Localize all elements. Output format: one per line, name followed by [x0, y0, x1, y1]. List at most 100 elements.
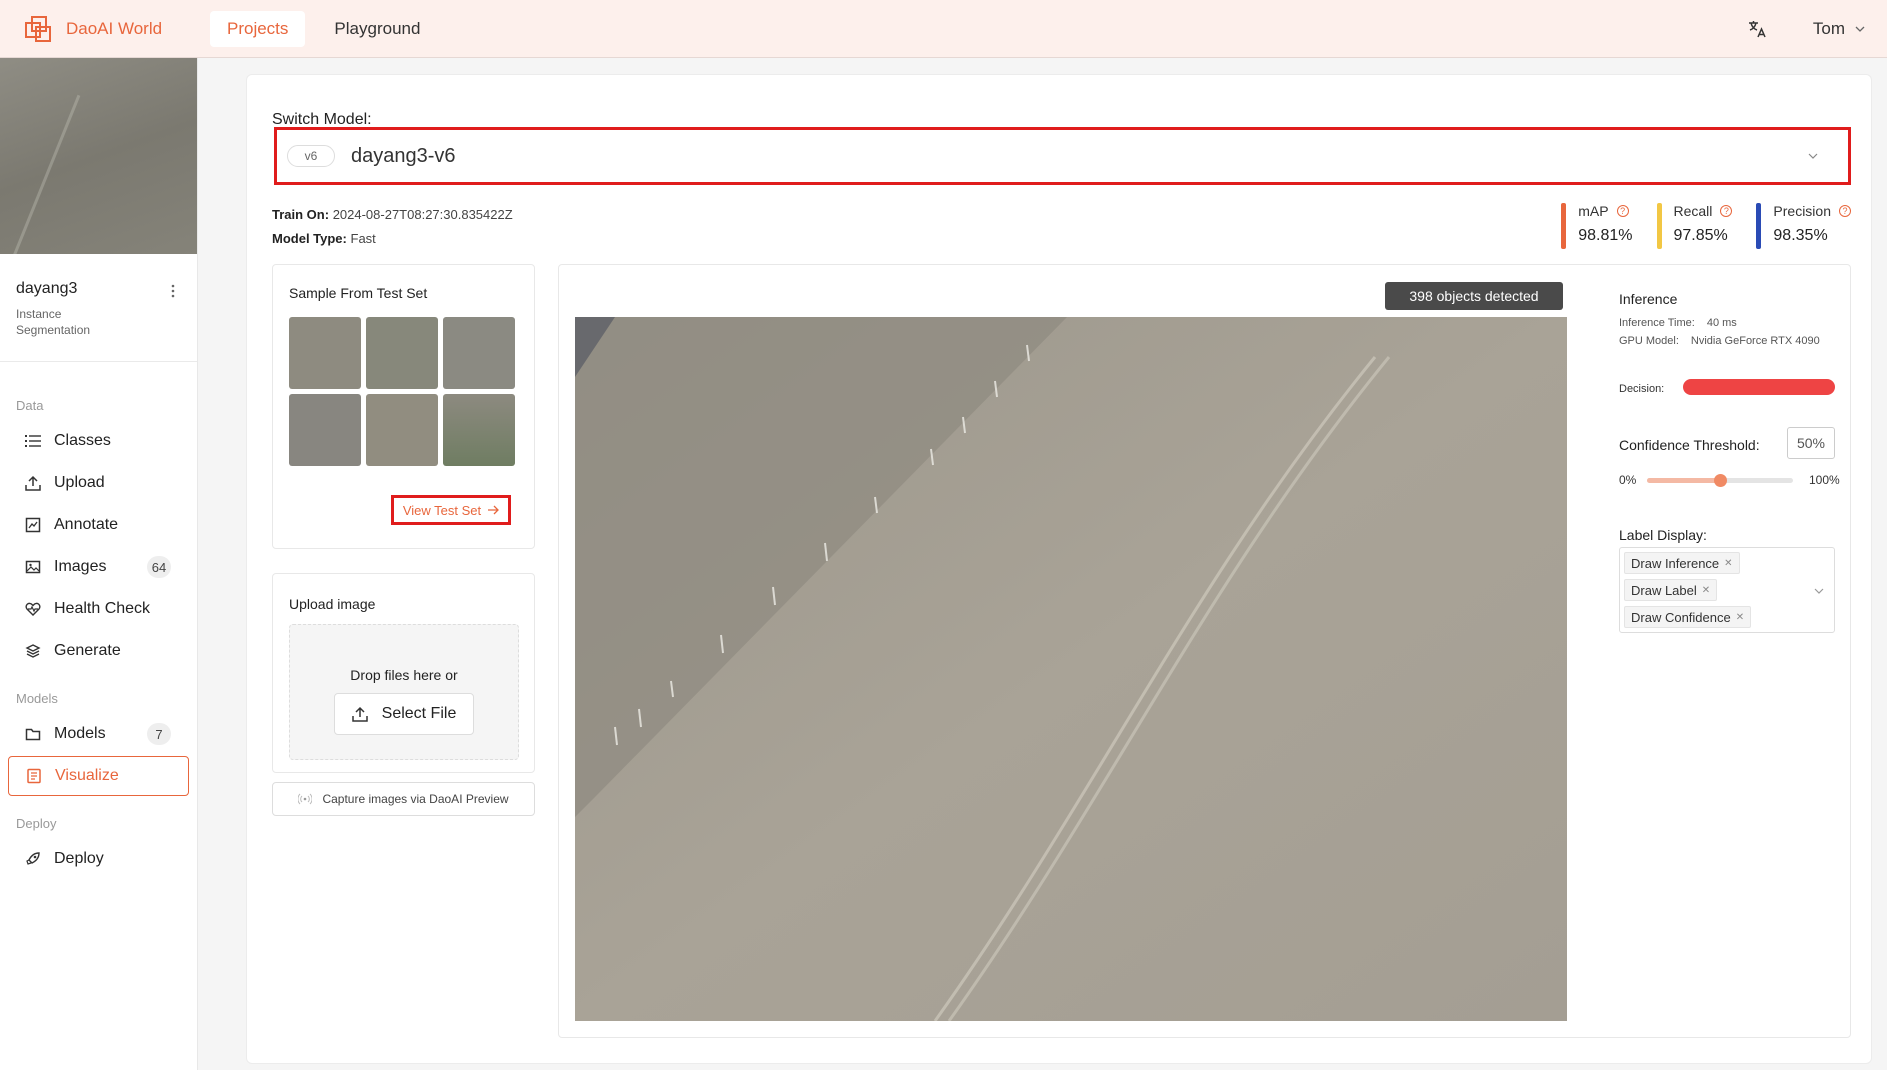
train-on: Train On: 2024-08-27T08:27:30.835422Z: [272, 207, 513, 222]
decision-indicator: [1683, 379, 1835, 395]
help-icon[interactable]: ?: [1616, 205, 1629, 217]
capture-preview-button[interactable]: Capture images via DaoAI Preview: [272, 782, 535, 816]
brand-logo[interactable]: DaoAI World: [24, 15, 210, 43]
annotate-icon: [24, 516, 42, 534]
sidebar-item-label: Upload: [54, 474, 105, 491]
metric-color-bar: [1756, 203, 1762, 249]
section-deploy: Deploy: [16, 816, 57, 831]
more-options-icon[interactable]: [171, 284, 175, 298]
train-on-value: 2024-08-27T08:27:30.835422Z: [332, 207, 513, 222]
tab-projects[interactable]: Projects: [210, 10, 306, 47]
confidence-threshold-input[interactable]: 50%: [1787, 427, 1835, 459]
sample-thumbnail[interactable]: [366, 317, 438, 389]
tab-playground[interactable]: Playground: [317, 11, 437, 47]
metric-map: mAP? 98.81%: [1561, 203, 1633, 249]
tag-draw-label: Draw Label ✕: [1624, 579, 1718, 601]
sidebar-item-generate[interactable]: Generate: [8, 631, 189, 671]
project-info: dayang3 Instance Segmentation: [0, 254, 197, 362]
confidence-slider[interactable]: [1647, 474, 1793, 487]
top-header: DaoAI World Projects Playground Tom: [0, 0, 1887, 58]
inference-settings: Inference Inference Time: 40 ms GPU Model…: [1609, 265, 1840, 1025]
project-thumbnail: [0, 58, 197, 254]
brand-name: DaoAI World: [66, 18, 163, 38]
metric-color-bar: [1656, 203, 1662, 249]
remove-tag-icon[interactable]: ✕: [1702, 585, 1710, 596]
select-file-button[interactable]: Select File: [334, 693, 474, 735]
label-display-title: Label Display:: [1619, 527, 1707, 543]
models-count-badge: 7: [147, 723, 171, 745]
model-type: Model Type: Fast: [272, 231, 376, 246]
view-test-set-button[interactable]: View Test Set: [391, 495, 511, 525]
heart-pulse-icon: [24, 600, 42, 618]
user-menu[interactable]: Tom: [1813, 19, 1865, 39]
inference-time: Inference Time: 40 ms: [1619, 317, 1737, 329]
layers-icon: [24, 642, 42, 660]
help-icon[interactable]: ?: [1839, 205, 1851, 217]
sidebar-item-label: Generate: [54, 642, 121, 659]
objects-detected-badge: 398 objects detected: [1385, 282, 1563, 310]
chevron-down-icon: [1814, 588, 1824, 594]
sidebar-item-models[interactable]: Models 7: [8, 714, 189, 754]
project-name: dayang3: [16, 280, 78, 297]
sample-test-set-panel: Sample From Test Set View Test Set: [272, 264, 535, 549]
drop-text: Drop files here or: [350, 667, 458, 683]
visualize-icon: [25, 767, 43, 785]
section-data: Data: [16, 398, 44, 413]
sidebar-item-label: Models: [54, 725, 106, 742]
images-count-badge: 64: [147, 556, 171, 578]
folder-icon: [24, 725, 42, 743]
sample-thumbnail[interactable]: [289, 317, 361, 389]
sidebar-item-health-check[interactable]: Health Check: [8, 589, 189, 629]
model-select[interactable]: v6 dayang3-v6: [274, 127, 1851, 185]
translate-icon[interactable]: [1747, 19, 1767, 39]
metric-precision: Precision? 98.35%: [1756, 203, 1851, 249]
sidebar-item-deploy[interactable]: Deploy: [8, 839, 189, 879]
decision-label: Decision:: [1619, 383, 1665, 395]
sidebar-item-label: Images: [54, 558, 107, 575]
slider-max-label: 100%: [1809, 473, 1840, 487]
sidebar-item-classes[interactable]: Classes: [8, 421, 189, 461]
tag-draw-confidence: Draw Confidence ✕: [1624, 606, 1752, 628]
slider-handle[interactable]: [1714, 474, 1727, 487]
upload-icon: [351, 706, 368, 722]
sidebar-item-label: Health Check: [54, 600, 151, 617]
sidebar-item-label: Visualize: [55, 767, 119, 784]
sidebar-item-upload[interactable]: Upload: [8, 463, 189, 503]
remove-tag-icon[interactable]: ✕: [1736, 612, 1744, 623]
inference-viewer: 398 objects detected Inference Inference…: [558, 264, 1851, 1038]
visualize-panel: Switch Model: v6 dayang3-v6 Train On: 20…: [246, 74, 1872, 1064]
panel-title: Sample From Test Set: [289, 285, 428, 301]
project-type: Instance Segmentation: [16, 307, 91, 337]
sample-thumbnail[interactable]: [443, 317, 515, 389]
help-icon[interactable]: ?: [1720, 205, 1733, 217]
file-drop-zone[interactable]: Drop files here or Select File: [289, 624, 519, 760]
sidebar-item-visualize[interactable]: Visualize: [8, 756, 189, 796]
label-display-select[interactable]: Draw Inference ✕ Draw Label ✕ Draw Confide…: [1619, 547, 1835, 633]
panel-title: Upload image: [289, 596, 376, 612]
confidence-threshold-label: Confidence Threshold:: [1619, 437, 1760, 453]
sample-thumbnail[interactable]: [366, 394, 438, 466]
sample-thumbnail[interactable]: [443, 394, 515, 466]
gpu-model: GPU Model: Nvidia GeForce RTX 4090: [1619, 335, 1820, 347]
version-tag: v6: [287, 145, 335, 167]
remove-tag-icon[interactable]: ✕: [1724, 558, 1732, 569]
inference-image[interactable]: [575, 317, 1567, 1021]
sample-thumbnail[interactable]: [289, 394, 361, 466]
broadcast-icon: [298, 793, 313, 805]
section-models: Models: [16, 691, 58, 706]
metric-value: 98.35%: [1773, 227, 1828, 244]
metric-value: 98.81%: [1578, 227, 1633, 244]
logo-icon: [25, 15, 51, 42]
sidebar-item-images[interactable]: Images 64: [8, 547, 189, 587]
field-image-render: [575, 317, 1567, 1021]
sidebar-item-label: Annotate: [54, 516, 119, 533]
metric-color-bar: [1561, 203, 1567, 249]
sidebar-item-label: Classes: [54, 432, 111, 449]
upload-icon: [24, 474, 42, 492]
sidebar-item-annotate[interactable]: Annotate: [8, 505, 189, 545]
list-icon: [24, 432, 42, 450]
upload-image-panel: Upload image Drop files here or Select F…: [272, 573, 535, 773]
chevron-down-icon: [1808, 153, 1818, 159]
metric-value: 97.85%: [1673, 227, 1728, 244]
gpu-model-value: Nvidia GeForce RTX 4090: [1690, 335, 1820, 347]
